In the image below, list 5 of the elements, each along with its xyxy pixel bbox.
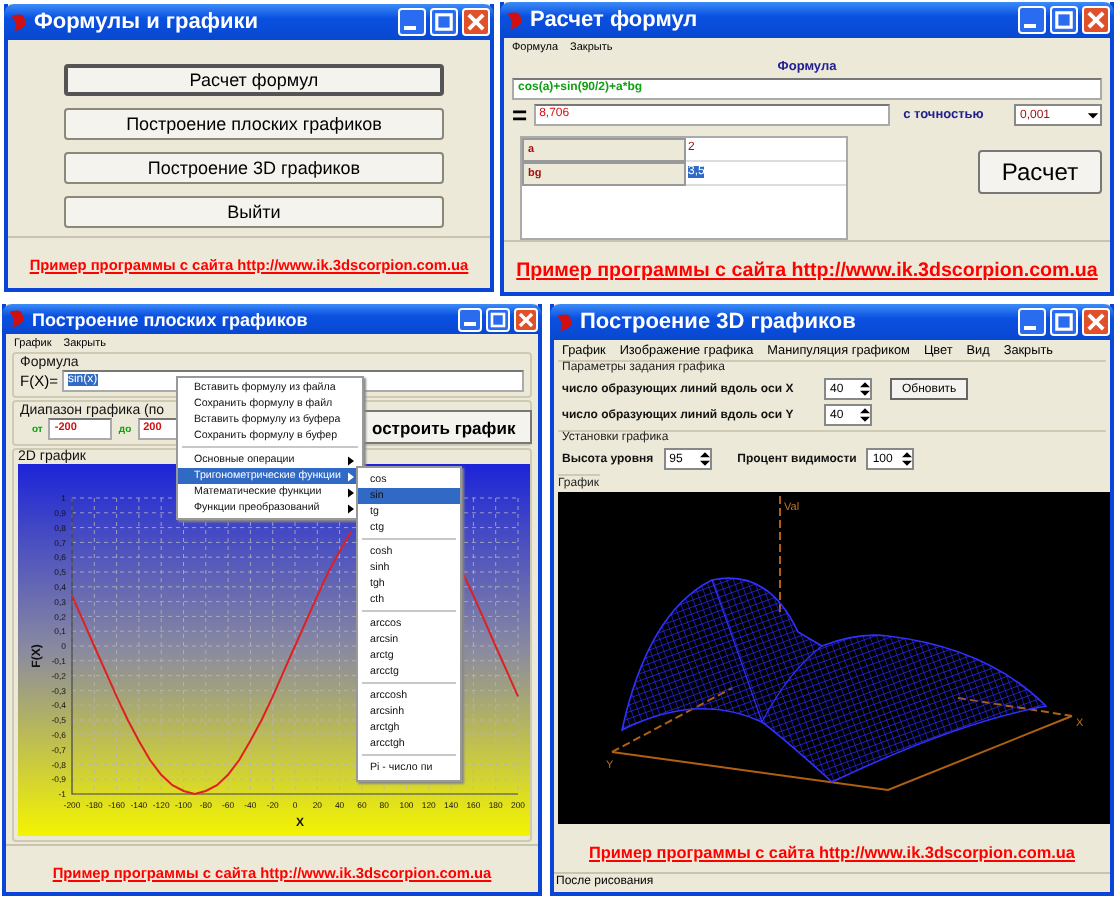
window-title: Построение 3D графиков	[580, 310, 858, 334]
window-title: Формулы и графики	[34, 10, 260, 34]
window-title: Расчет формул	[530, 8, 700, 32]
equals-sign: =	[512, 105, 528, 125]
window-title: Построение плоских графиков	[32, 309, 310, 329]
